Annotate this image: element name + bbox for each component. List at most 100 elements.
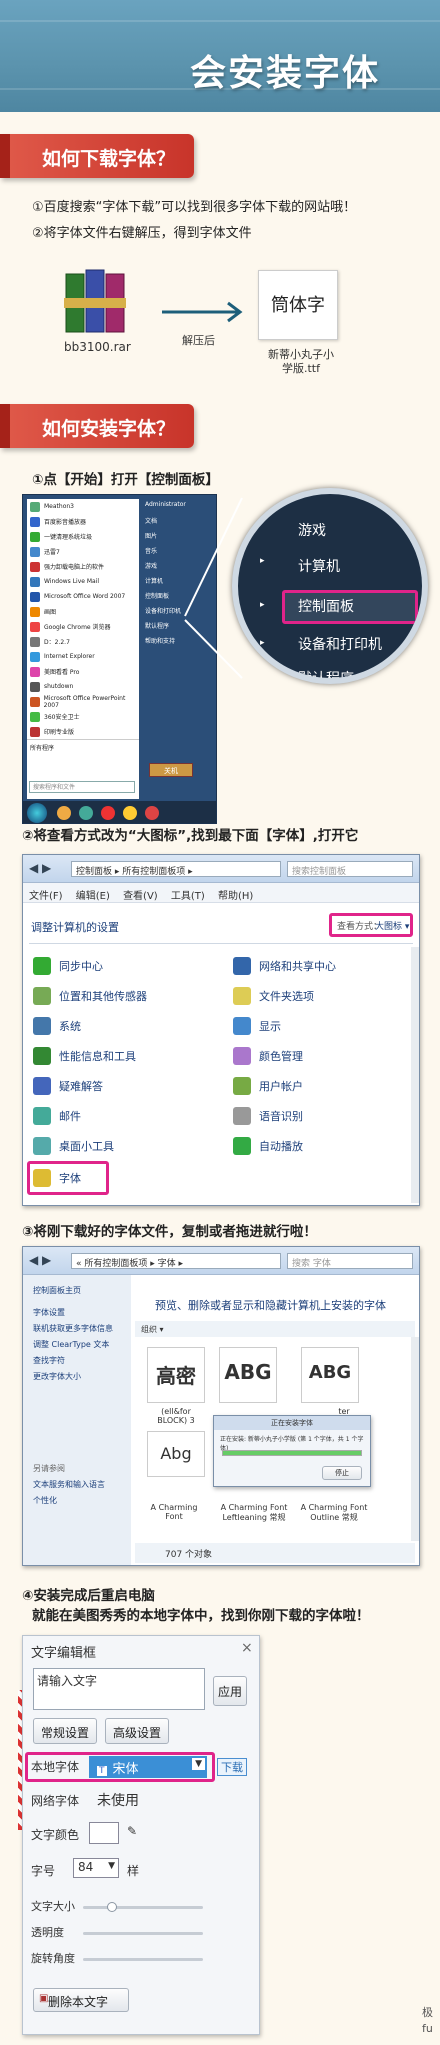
microphone-icon	[233, 1107, 251, 1125]
color-swatch[interactable]	[89, 1822, 119, 1844]
program-item[interactable]: 迅雷7	[27, 544, 139, 559]
taskbar-app-icon[interactable]	[57, 806, 71, 820]
sidebar-link[interactable]: 调整 ClearType 文本	[33, 1337, 131, 1353]
menu-help[interactable]: 帮助(H)	[218, 891, 253, 902]
sidebar-link[interactable]: 联机获取更多字体信息	[33, 1321, 131, 1337]
cp-item-location[interactable]: 位置和其他传感器	[33, 985, 147, 1007]
sidebar-link[interactable]: 字体设置	[33, 1305, 131, 1321]
program-item[interactable]: 百度影音播放器	[27, 514, 139, 529]
cp-item-user-accounts[interactable]: 用户帐户	[233, 1075, 303, 1097]
location-icon	[33, 987, 51, 1005]
address-bar[interactable]: 控制面板 ▸ 所有控制面板项 ▸	[71, 861, 281, 877]
search-input[interactable]: 搜索 字体	[287, 1253, 413, 1269]
font-tile[interactable]: ABG	[301, 1347, 359, 1403]
program-item[interactable]: D：2.2.7	[27, 634, 139, 649]
program-item[interactable]: Microsoft Office Word 2007	[27, 589, 139, 604]
back-forward-icon[interactable]: ◀ ▶	[29, 1253, 51, 1267]
program-item[interactable]: Microsoft Office PowerPoint 2007	[27, 694, 139, 709]
color-icon	[233, 1047, 251, 1065]
start-search-input[interactable]: 搜索程序和文件	[29, 781, 135, 793]
search-input[interactable]: 搜索控制面板	[287, 861, 413, 877]
cp-item-fonts[interactable]: 字体	[33, 1167, 81, 1189]
taskbar-app-icon[interactable]	[145, 806, 159, 820]
cp-item-network[interactable]: 网络和共享中心	[233, 955, 336, 977]
eyedropper-icon[interactable]: ✎	[127, 1824, 137, 1838]
rotation-slider[interactable]	[83, 1958, 203, 1961]
text-input[interactable]: 请输入文字	[33, 1668, 205, 1710]
chevron-right-icon: ▸	[260, 638, 265, 648]
menu-edit[interactable]: 编辑(E)	[76, 891, 110, 902]
cp-item-color-management[interactable]: 颜色管理	[233, 1045, 303, 1067]
cp-item-sync-center[interactable]: 同步中心	[33, 955, 103, 977]
program-item[interactable]: Google Chrome 浏览器	[27, 619, 139, 634]
program-item[interactable]: Meathon3	[27, 499, 139, 514]
sidebar-link[interactable]: 控制面板主页	[33, 1283, 131, 1299]
slider-thumb[interactable]	[107, 1902, 117, 1912]
program-item[interactable]: 360安全卫士	[27, 709, 139, 724]
sidebar-link[interactable]: 查找字符	[33, 1353, 131, 1369]
taskbar-app-icon[interactable]	[79, 806, 93, 820]
cp-item-autoplay[interactable]: 自动播放	[233, 1135, 303, 1157]
taskbar-app-icon[interactable]	[123, 806, 137, 820]
app-icon	[30, 696, 40, 707]
fonts-header-text: 预览、删除或者显示和隐藏计算机上安装的字体	[155, 1299, 386, 1312]
dialog-stop-button[interactable]: 停止	[322, 1466, 362, 1480]
taskbar-app-icon[interactable]	[101, 806, 115, 820]
tab-advanced[interactable]: 高级设置	[105, 1718, 169, 1744]
menu-view[interactable]: 查看(V)	[123, 891, 158, 902]
text-size-slider[interactable]	[83, 1902, 203, 1912]
scrollbar[interactable]	[411, 1337, 419, 1541]
download-font-button[interactable]: 下载	[217, 1758, 247, 1776]
program-item[interactable]: 画图	[27, 604, 139, 619]
apply-button[interactable]: 应用	[213, 1676, 247, 1706]
tab-general[interactable]: 常规设置	[33, 1718, 97, 1744]
program-item[interactable]: 强力卸载电脑上的软件	[27, 559, 139, 574]
program-item[interactable]: Windows Live Mail	[27, 574, 139, 589]
step-2-text: ②将查看方式改为“大图标”,找到最下面【字体】,打开它	[22, 828, 359, 844]
all-programs-item[interactable]: 所有程序	[27, 739, 139, 754]
view-mode-dropdown[interactable]: 大图标 ▾	[375, 919, 409, 932]
web-font-value[interactable]: 未使用	[89, 1788, 189, 1810]
program-item[interactable]: 印刷专业版	[27, 724, 139, 739]
font-tile[interactable]: 高密	[147, 1347, 205, 1403]
font-file-label-2: 学版.ttf	[282, 362, 320, 375]
font-tile[interactable]: Abg	[147, 1431, 205, 1477]
delete-text-button[interactable]: ▣ 删除本文字	[33, 1988, 129, 2012]
back-forward-icon[interactable]: ◀ ▶	[29, 861, 51, 875]
windows-start-orb-icon[interactable]	[27, 803, 47, 823]
menu-tools[interactable]: 工具(T)	[171, 891, 205, 902]
dialog-title: 正在安装字体	[214, 1416, 370, 1430]
organize-button[interactable]: 组织 ▾	[141, 1325, 164, 1334]
title-banner: 会安装字体	[0, 0, 440, 112]
sidebar-link[interactable]: 文本服务和输入语言	[33, 1477, 131, 1493]
local-font-select[interactable]: T 宋体 ▼	[89, 1756, 207, 1778]
address-bar[interactable]: « 所有控制面板项 ▸ 字体 ▸	[71, 1253, 281, 1269]
step-4-line-1: ④安装完成后重启电脑	[22, 1588, 155, 1604]
app-icon	[30, 561, 40, 572]
opacity-slider[interactable]	[83, 1932, 203, 1935]
program-item[interactable]: 一键清理系统垃圾	[27, 529, 139, 544]
app-icon	[30, 711, 40, 722]
cp-item-gadgets[interactable]: 桌面小工具	[33, 1135, 114, 1157]
program-item[interactable]: shutdown	[27, 679, 139, 694]
menu-file[interactable]: 文件(F)	[29, 891, 63, 902]
taskbar	[23, 801, 216, 823]
program-item[interactable]: Internet Explorer	[27, 649, 139, 664]
font-tile[interactable]: ABG	[219, 1347, 277, 1403]
sidebar-link[interactable]: 个性化	[33, 1493, 131, 1509]
cp-item-folder-options[interactable]: 文件夹选项	[233, 985, 314, 1007]
cp-item-mail[interactable]: 邮件	[33, 1105, 81, 1127]
program-item[interactable]: 美图看看 Pro	[27, 664, 139, 679]
close-icon[interactable]: ×	[241, 1640, 253, 1656]
cp-item-system[interactable]: 系统	[33, 1015, 81, 1037]
font-size-select[interactable]: 84 ▼	[73, 1858, 119, 1878]
sidebar-link[interactable]: 更改字体大小	[33, 1369, 131, 1385]
cp-item-display[interactable]: 显示	[233, 1015, 281, 1037]
gadgets-icon	[33, 1137, 51, 1155]
scrollbar[interactable]	[411, 947, 419, 1203]
shutdown-button[interactable]: 关机	[149, 763, 193, 777]
autoplay-icon	[233, 1137, 251, 1155]
cp-item-troubleshoot[interactable]: 疑难解答	[33, 1075, 103, 1097]
cp-item-speech[interactable]: 语音识别	[233, 1105, 303, 1127]
cp-item-performance[interactable]: 性能信息和工具	[33, 1045, 136, 1067]
